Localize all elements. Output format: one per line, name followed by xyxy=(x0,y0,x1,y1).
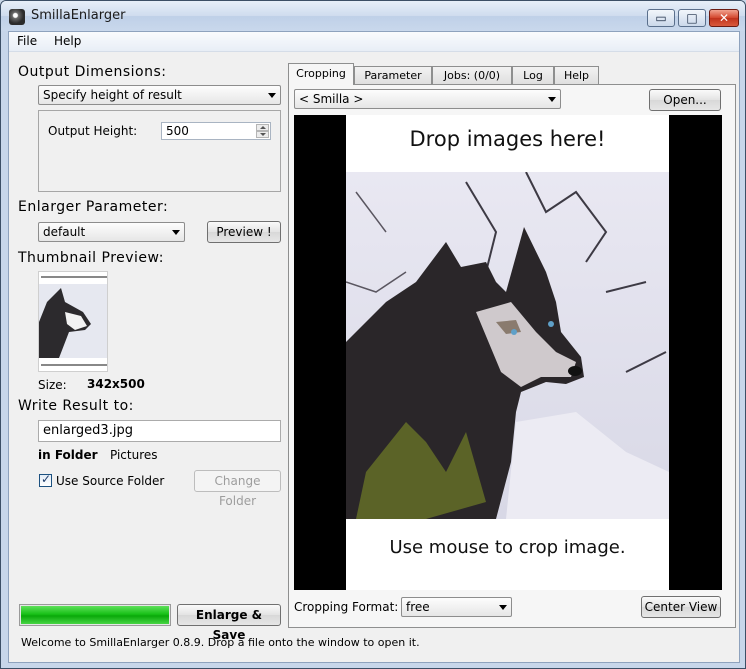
image-select[interactable]: < Smilla > xyxy=(294,89,561,109)
output-height-group: Output Height: 500 xyxy=(38,110,281,192)
crop-canvas[interactable]: Drop images here! Use mouse to crop imag… xyxy=(346,115,669,590)
enlarger-parameter-title: Enlarger Parameter: xyxy=(18,199,169,215)
output-dimensions-title: Output Dimensions: xyxy=(18,64,167,80)
maximize-button[interactable]: □ xyxy=(678,9,706,27)
output-height-value: 500 xyxy=(166,124,189,138)
use-source-folder-label: Use Source Folder xyxy=(56,474,165,488)
progress-fill xyxy=(21,606,169,624)
cropping-format-label: Cropping Format: xyxy=(294,600,399,614)
tab-jobs[interactable]: Jobs: (0/0) xyxy=(432,66,512,84)
open-button[interactable]: Open... xyxy=(649,89,721,111)
app-logo-icon xyxy=(9,9,25,25)
drop-hint: Drop images here! xyxy=(409,127,606,151)
status-bar: Welcome to SmillaEnlarger 0.8.9. Drop a … xyxy=(21,636,420,649)
size-value: 342x500 xyxy=(87,377,145,391)
size-label: Size: xyxy=(38,378,67,392)
chevron-down-icon xyxy=(548,97,556,102)
cropping-format-value: free xyxy=(406,600,430,614)
tab-log[interactable]: Log xyxy=(512,66,554,84)
folder-value: Pictures xyxy=(110,448,158,462)
preview-button[interactable]: Preview ! xyxy=(207,221,281,243)
thumbnail-preview xyxy=(38,271,108,372)
parameter-preset-select[interactable]: default xyxy=(38,222,185,242)
filename-input[interactable]: enlarged3.jpg xyxy=(38,420,281,442)
output-height-label: Output Height: xyxy=(48,124,138,138)
tab-parameter[interactable]: Parameter xyxy=(354,66,432,84)
cropping-format-select[interactable]: free xyxy=(401,597,512,617)
crop-viewer[interactable]: Drop images here! Use mouse to crop imag… xyxy=(294,115,722,590)
minimize-button[interactable]: ▭ xyxy=(647,9,675,27)
change-folder-button[interactable]: Change Folder xyxy=(194,470,281,508)
crop-hint: Use mouse to crop image. xyxy=(389,537,626,558)
write-result-title: Write Result to: xyxy=(18,398,134,414)
use-source-folder-checkbox[interactable] xyxy=(39,472,52,487)
chevron-down-icon xyxy=(499,605,507,610)
client-area: File Help Output Dimensions: Specify hei… xyxy=(8,31,740,663)
window-title: SmillaEnlarger xyxy=(31,8,126,23)
close-button[interactable]: ✕ xyxy=(709,9,739,27)
dog-photo xyxy=(346,172,669,519)
parameter-preset-value: default xyxy=(43,225,86,239)
tab-help[interactable]: Help xyxy=(554,66,599,84)
menu-file[interactable]: File xyxy=(17,34,37,48)
spin-up-icon[interactable] xyxy=(256,124,269,131)
thumbnail-image xyxy=(39,272,107,371)
image-select-value: < Smilla > xyxy=(299,92,364,106)
chevron-down-icon xyxy=(172,230,180,235)
spin-down-icon[interactable] xyxy=(256,131,269,138)
app-window: SmillaEnlarger ▭ □ ✕ File Help Output Di… xyxy=(0,0,746,669)
menu-bar: File Help xyxy=(9,32,739,52)
output-height-input[interactable]: 500 xyxy=(161,122,271,140)
in-folder-label: in Folder xyxy=(38,448,98,462)
enlarge-save-button[interactable]: Enlarge & Save xyxy=(177,604,281,642)
center-view-button[interactable]: Center View xyxy=(641,596,721,618)
title-bar[interactable]: SmillaEnlarger ▭ □ ✕ xyxy=(1,1,745,31)
progress-bar xyxy=(19,604,171,626)
thumbnail-title: Thumbnail Preview: xyxy=(18,250,164,266)
chevron-down-icon xyxy=(268,93,276,98)
dimension-mode-value: Specify height of result xyxy=(43,88,182,102)
menu-help[interactable]: Help xyxy=(54,34,81,48)
tab-cropping[interactable]: Cropping xyxy=(288,63,354,85)
dimension-mode-select[interactable]: Specify height of result xyxy=(38,85,281,105)
